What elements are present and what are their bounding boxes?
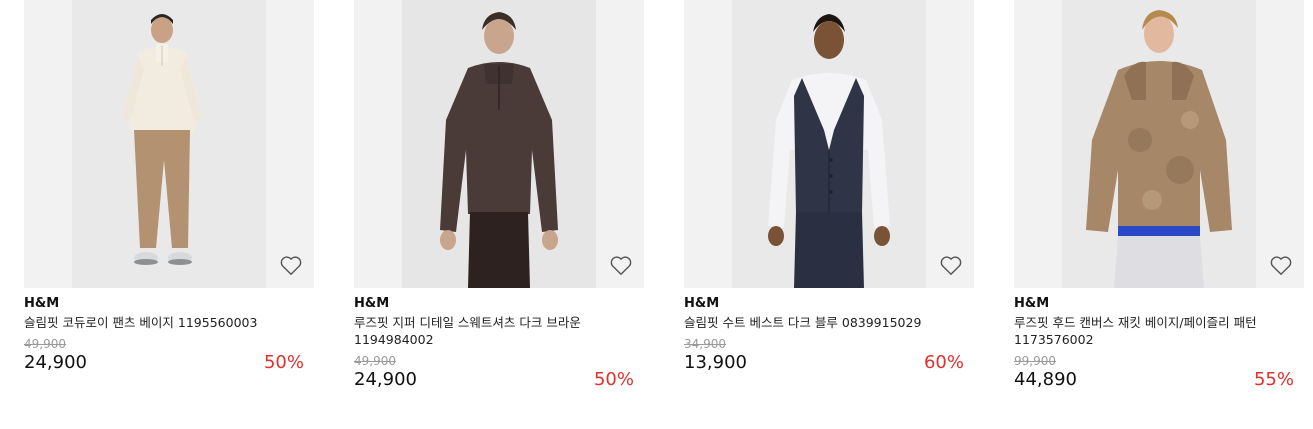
product-image[interactable] <box>1014 0 1304 288</box>
discount-rate: 50% <box>263 352 304 373</box>
product-name[interactable]: 슬림핏 수트 베스트 다크 블루 0839915029 <box>684 314 946 331</box>
original-price: 99,900 <box>1014 354 1056 368</box>
discount-rate: 55% <box>1253 369 1294 390</box>
product-card[interactable]: H&M 슬림핏 코듀로이 팬츠 베이지 1195560003 49,900 24… <box>24 0 314 420</box>
model-photo <box>440 12 558 288</box>
heart-outline-icon[interactable] <box>278 252 304 278</box>
heart-outline-icon[interactable] <box>938 252 964 278</box>
brand-name: H&M <box>24 296 60 311</box>
heart-outline-icon[interactable] <box>608 252 634 278</box>
price-block: 49,900 24,900 50% <box>24 337 314 374</box>
discount-rate: 60% <box>923 352 964 373</box>
original-price: 49,900 <box>24 337 66 351</box>
original-price: 34,900 <box>684 337 726 351</box>
product-name[interactable]: 루즈핏 후드 캔버스 재킷 베이지/페이즐리 패턴 1173576002 <box>1014 314 1276 348</box>
product-image[interactable] <box>684 0 974 288</box>
product-card[interactable]: H&M 루즈핏 후드 캔버스 재킷 베이지/페이즐리 패턴 1173576002… <box>1014 0 1304 420</box>
brand-name: H&M <box>354 296 390 311</box>
product-name[interactable]: 슬림핏 코듀로이 팬츠 베이지 1195560003 <box>24 314 286 331</box>
product-card[interactable]: H&M 루즈핏 지퍼 디테일 스웨트셔츠 다크 브라운 1194984002 4… <box>354 0 644 420</box>
price-block: 49,900 24,900 50% <box>354 354 644 391</box>
product-card[interactable]: H&M 슬림핏 수트 베스트 다크 블루 0839915029 34,900 1… <box>684 0 974 420</box>
product-image[interactable] <box>24 0 314 288</box>
brand-name: H&M <box>684 296 720 311</box>
model-photo <box>122 14 202 265</box>
model-photo <box>1086 10 1232 288</box>
discount-rate: 50% <box>593 369 634 390</box>
brand-name: H&M <box>1014 296 1050 311</box>
heart-outline-icon[interactable] <box>1268 252 1294 278</box>
original-price: 49,900 <box>354 354 396 368</box>
model-photo <box>768 14 890 288</box>
price-block: 34,900 13,900 60% <box>684 337 974 374</box>
product-name[interactable]: 루즈핏 지퍼 디테일 스웨트셔츠 다크 브라운 1194984002 <box>354 314 616 348</box>
product-image[interactable] <box>354 0 644 288</box>
price-block: 99,900 44,890 55% <box>1014 354 1304 391</box>
